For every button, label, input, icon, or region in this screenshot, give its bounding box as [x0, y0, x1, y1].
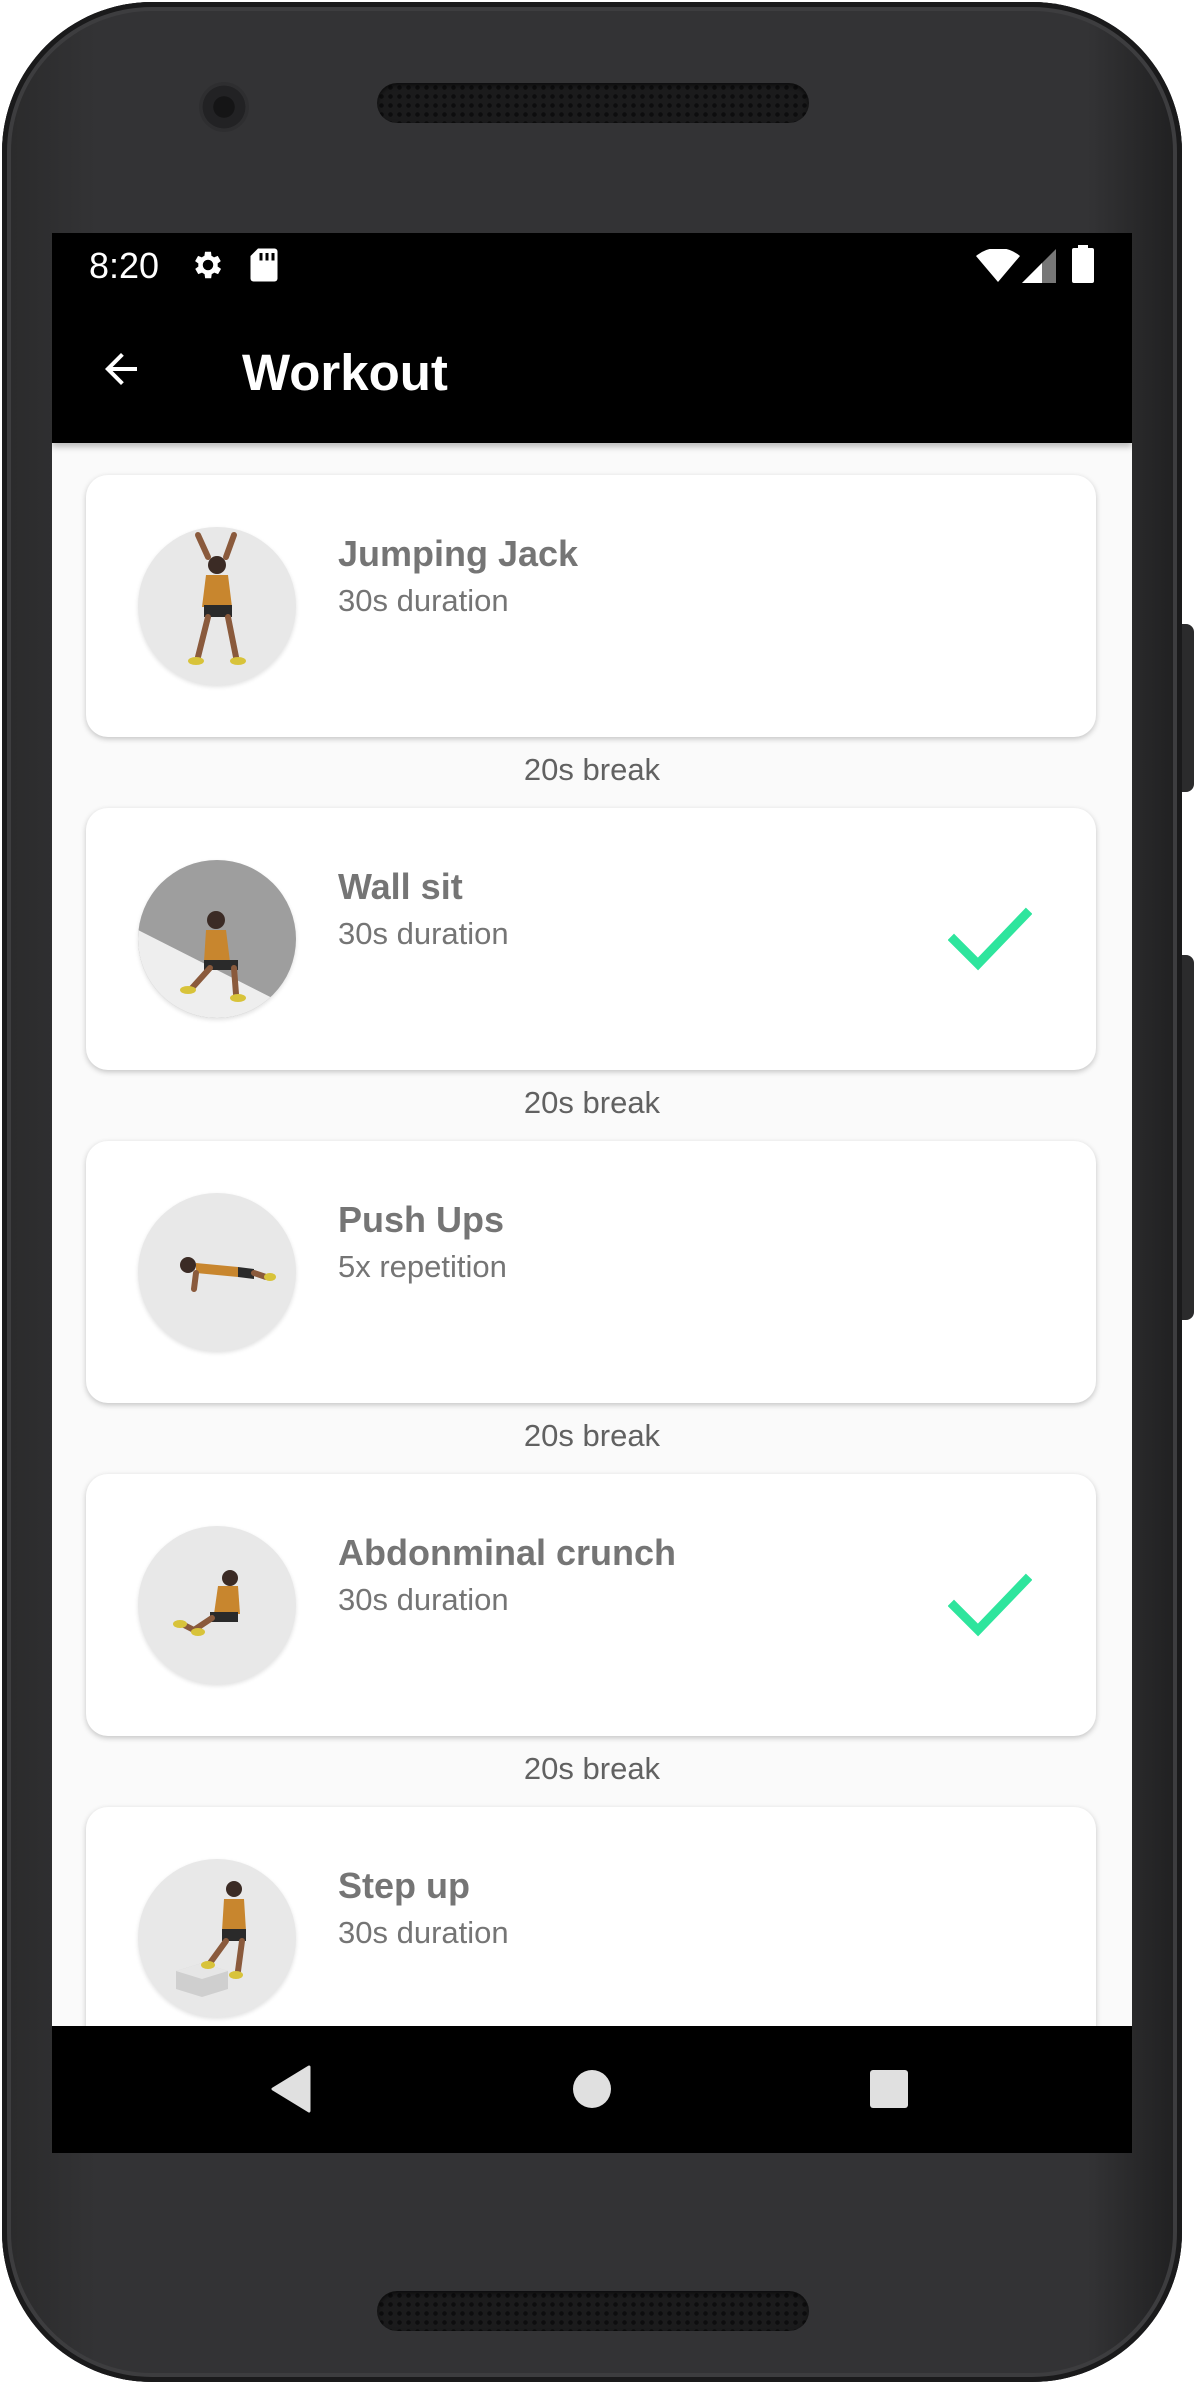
- exercise-card[interactable]: Abdonminal crunch 30s duration: [86, 1474, 1096, 1736]
- back-triangle-icon: [271, 2065, 311, 2113]
- arrow-back-icon: [105, 353, 137, 385]
- settings-icon: [190, 247, 226, 288]
- completed-check-icon: [948, 907, 1032, 971]
- exercise-name: Jumping Jack: [338, 533, 579, 574]
- exercise-detail: 30s duration: [338, 916, 509, 951]
- top-speaker: [377, 83, 809, 123]
- exercise-detail: 30s duration: [338, 1915, 509, 1950]
- nav-back-button[interactable]: [258, 2056, 324, 2122]
- jumping-jack-figure: [138, 527, 296, 685]
- page-title: Workout: [242, 344, 448, 401]
- power-button: [1182, 624, 1194, 792]
- break-label: 20s break: [523, 752, 661, 787]
- exercise-list[interactable]: Jumping Jack 30s duration 20s break Wall…: [52, 443, 1132, 2153]
- navigation-bar: [52, 2026, 1132, 2153]
- battery-icon: [1072, 245, 1094, 288]
- recents-square-icon: [870, 2070, 908, 2108]
- screen: 8:20 Workout Jumping Jack 30s duration 2…: [52, 233, 1132, 2153]
- signal-icon: [1022, 249, 1056, 288]
- exercise-card[interactable]: Push Ups 5x repetition: [86, 1141, 1096, 1403]
- front-camera: [199, 82, 249, 132]
- bottom-speaker: [377, 2291, 809, 2331]
- step-up-figure: [138, 1859, 296, 2017]
- nav-home-button[interactable]: [559, 2056, 625, 2122]
- exercise-name: Wall sit: [338, 866, 463, 907]
- phone-frame: 8:20 Workout Jumping Jack 30s duration 2…: [2, 2, 1194, 2382]
- back-button[interactable]: [88, 336, 154, 402]
- exercise-card[interactable]: Wall sit 30s duration: [86, 808, 1096, 1070]
- exercise-detail: 30s duration: [338, 583, 509, 618]
- exercise-name: Abdonminal crunch: [338, 1532, 677, 1573]
- break-label: 20s break: [523, 1751, 661, 1786]
- status-time: 8:20: [89, 245, 160, 286]
- app-bar: Workout: [52, 296, 1132, 443]
- nav-recents-button[interactable]: [856, 2056, 922, 2122]
- home-circle-icon: [573, 2070, 611, 2108]
- sd-card-icon: [248, 247, 280, 288]
- exercise-card[interactable]: Jumping Jack 30s duration: [86, 475, 1096, 737]
- wifi-icon: [976, 247, 1020, 288]
- completed-check-icon: [948, 1573, 1032, 1637]
- volume-button: [1182, 955, 1194, 1320]
- exercise-detail: 5x repetition: [338, 1249, 507, 1284]
- break-label: 20s break: [523, 1418, 661, 1453]
- wall-sit-figure: [138, 860, 296, 1018]
- exercise-name: Push Ups: [338, 1199, 505, 1240]
- exercise-detail: 30s duration: [338, 1582, 509, 1617]
- push-up-figure: [138, 1193, 296, 1351]
- crunch-figure: [138, 1526, 296, 1684]
- status-bar: 8:20: [52, 233, 1132, 296]
- break-label: 20s break: [523, 1085, 661, 1120]
- exercise-name: Step up: [338, 1865, 470, 1906]
